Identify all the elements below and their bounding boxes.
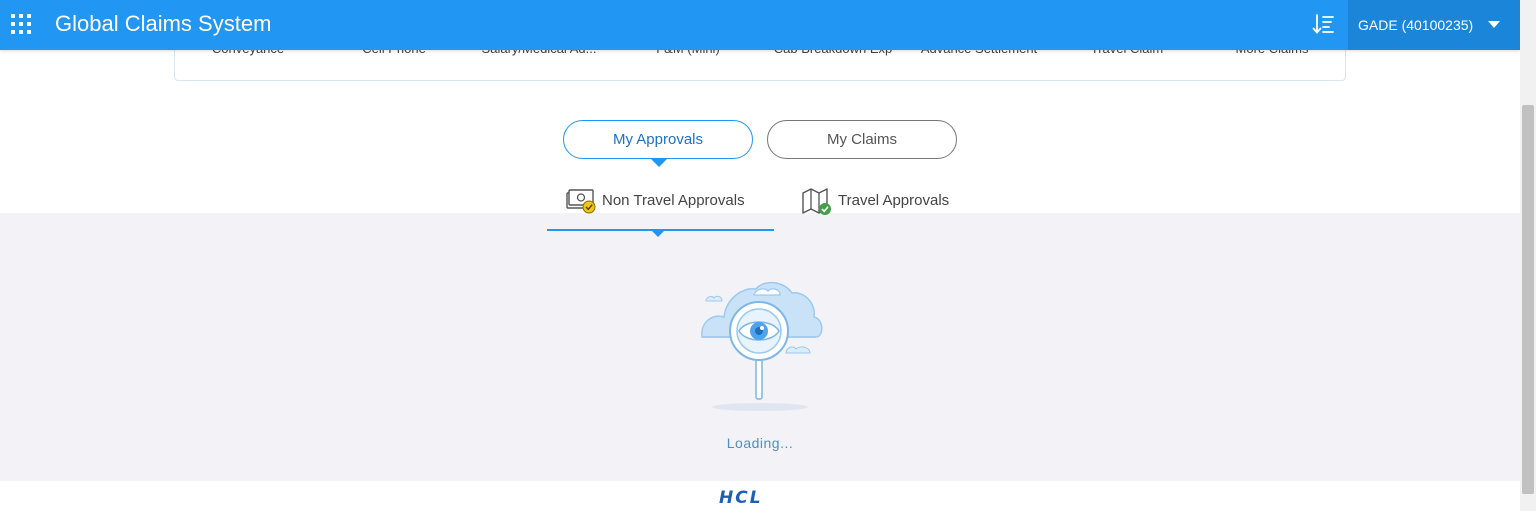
tab-non-travel-label: Non Travel Approvals [602, 192, 745, 209]
scrollbar-thumb[interactable] [1522, 105, 1534, 494]
caret-down-icon [1488, 21, 1500, 28]
money-check-icon [566, 189, 596, 214]
hcl-logo: HCL [719, 488, 763, 506]
user-menu[interactable]: GADE (40100235) [1348, 0, 1520, 50]
tab-travel-label: Travel Approvals [838, 192, 950, 209]
map-check-icon [802, 188, 831, 215]
user-name: GADE (40100235) [1358, 17, 1474, 33]
sort-icon[interactable] [1311, 12, 1335, 36]
my-approvals-button[interactable]: My Approvals [563, 120, 753, 159]
apps-grid-icon[interactable] [10, 13, 32, 35]
tab-non-travel-approvals[interactable]: Non Travel Approvals [565, 186, 765, 216]
my-claims-button[interactable]: My Claims [767, 120, 957, 159]
app-title: Global Claims System [55, 11, 272, 36]
loading-illustration [701, 281, 823, 411]
svg-text:HCL: HCL [719, 488, 763, 506]
active-toggle-pointer [651, 159, 667, 167]
app-header: Global Claims System GADE (40100235) [0, 0, 1520, 50]
app-root: Conveyance Cell Phone Salary/Medical Ad.… [0, 0, 1536, 511]
loading-text: Loading... [726, 435, 794, 451]
tab-travel-approvals[interactable]: Travel Approvals [801, 186, 961, 216]
active-subtab-pointer [652, 231, 664, 237]
